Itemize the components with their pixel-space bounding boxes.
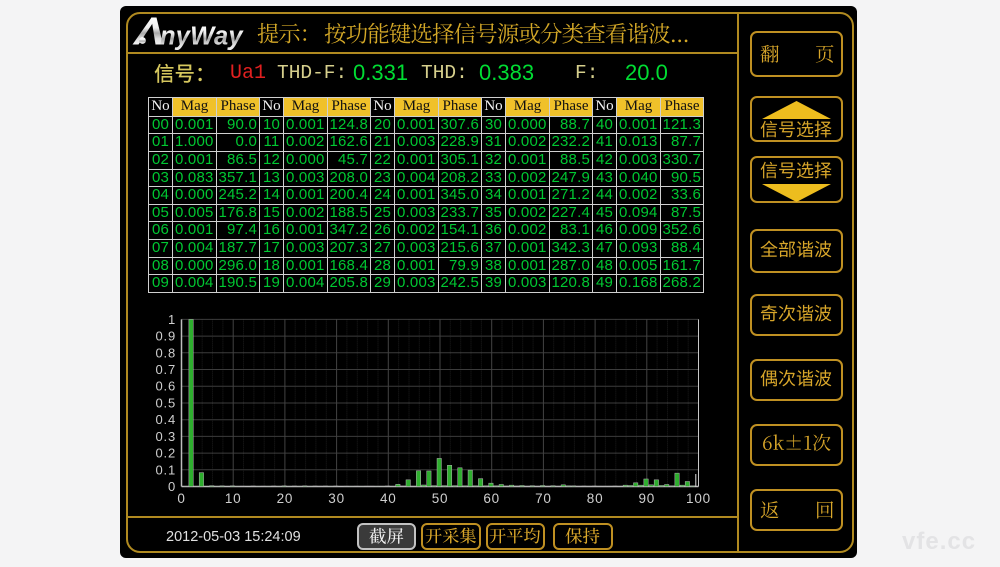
svg-text:30: 30 (328, 491, 345, 506)
svg-text:10: 10 (225, 491, 242, 506)
svg-text:70: 70 (535, 491, 552, 506)
svg-text:0.4: 0.4 (156, 412, 176, 427)
svg-text:60: 60 (483, 491, 500, 506)
svg-text:0: 0 (177, 491, 185, 506)
svg-text:100: 100 (686, 491, 711, 506)
svg-text:0.5: 0.5 (156, 396, 176, 411)
svg-text:nyWay: nyWay (160, 23, 244, 51)
svg-text:50: 50 (432, 491, 449, 506)
svg-text:0.6: 0.6 (156, 379, 176, 394)
svg-text:0.3: 0.3 (156, 429, 176, 444)
svg-text:0.2: 0.2 (156, 446, 176, 461)
svg-text:20: 20 (277, 491, 294, 506)
svg-text:0: 0 (168, 479, 176, 494)
svg-text:1: 1 (168, 312, 176, 327)
svg-text:0.7: 0.7 (156, 362, 176, 377)
svg-text:90: 90 (638, 491, 655, 506)
svg-text:80: 80 (587, 491, 604, 506)
svg-text:0.8: 0.8 (156, 345, 176, 360)
svg-text:0.9: 0.9 (156, 329, 176, 344)
svg-text:0.1: 0.1 (156, 462, 176, 477)
svg-text:40: 40 (380, 491, 397, 506)
